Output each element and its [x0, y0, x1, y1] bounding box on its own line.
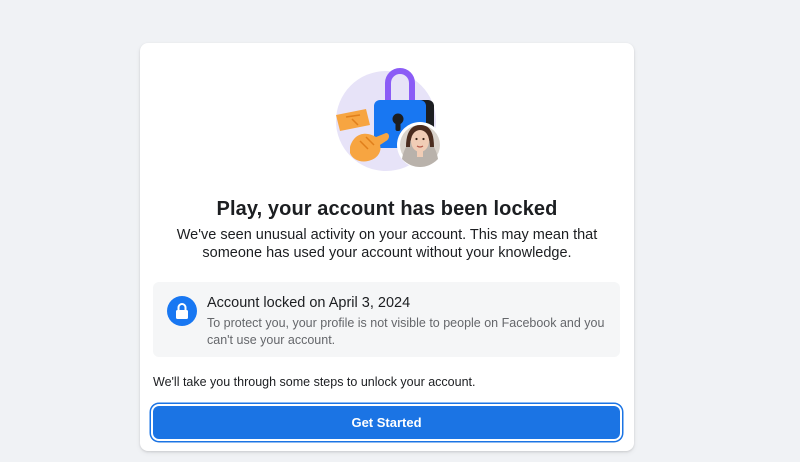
get-started-button[interactable]: Get Started: [153, 406, 620, 439]
account-locked-card: Play, your account has been locked We've…: [140, 43, 634, 451]
steps-description: We'll take you through some steps to unl…: [153, 375, 476, 389]
notice-text: To protect you, your profile is not visi…: [207, 316, 605, 347]
account-locked-notice: Account locked on April 3, 2024 To prote…: [153, 282, 620, 357]
notice-title: Account locked on April 3, 2024: [207, 295, 411, 311]
account-locked-illustration: [332, 67, 452, 173]
keyhole-slot: [395, 121, 401, 131]
page-title: Play, your account has been locked: [216, 198, 558, 220]
page-subtitle: We've seen unusual activity on your acco…: [176, 227, 598, 261]
lock-icon: [167, 296, 197, 326]
locked-account-graphic: [336, 68, 443, 171]
